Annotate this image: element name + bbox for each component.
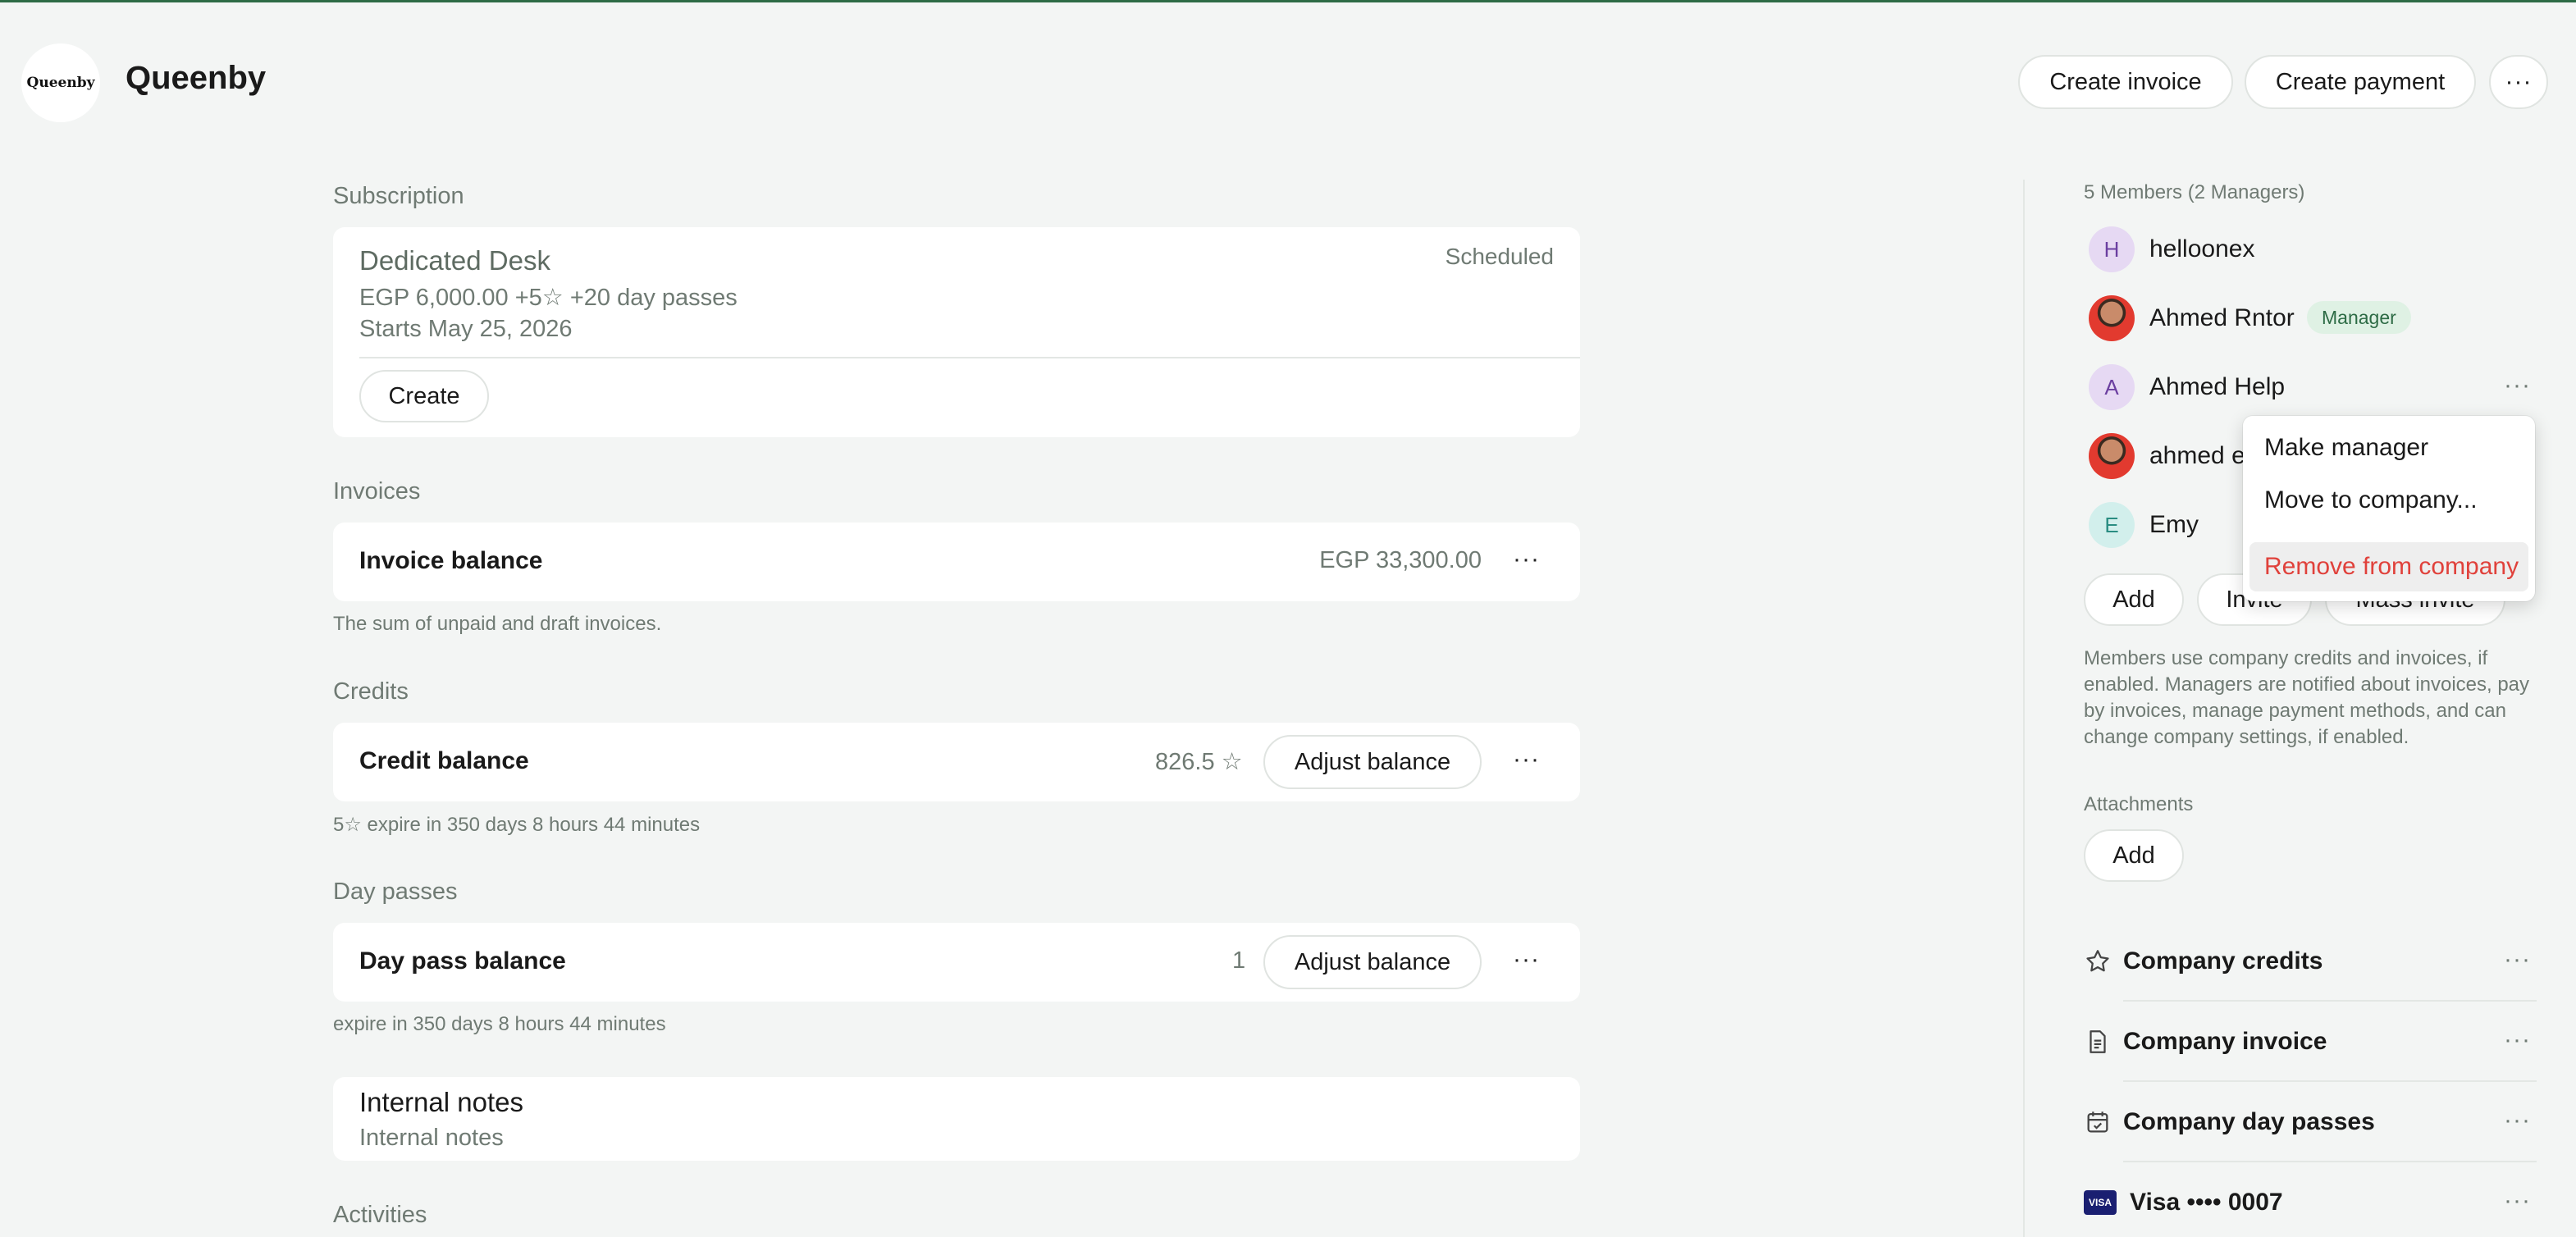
create-subscription-button[interactable]: Create (359, 370, 489, 422)
remove-from-company-menu-item[interactable]: Remove from company (2249, 542, 2528, 591)
plan-start-line: Starts May 25, 2026 (359, 316, 573, 342)
company-logo: Queenby (21, 43, 100, 122)
manager-badge: Manager (2307, 301, 2411, 334)
list-divider (2123, 1080, 2537, 1082)
list-divider (2123, 1161, 2537, 1162)
company-invoice-more-button[interactable]: ··· (2504, 1026, 2531, 1054)
credit-balance-label: Credit balance (359, 747, 529, 774)
invoice-balance-card: Invoice balance EGP 33,300.00 ··· (333, 523, 1580, 601)
credit-balance-amount: 826.5 ☆ (1155, 749, 1243, 775)
subscription-card: Dedicated Desk EGP 6,000.00 +5☆ +20 day … (333, 227, 1580, 437)
credit-hint: 5☆ expire in 350 days 8 hours 44 minutes (333, 814, 701, 836)
credit-balance-card: Credit balance 826.5 ☆ Adjust balance ··… (333, 723, 1580, 801)
day-passes-section-title: Day passes (333, 879, 458, 905)
member-name[interactable]: Ahmed Help (2149, 373, 2285, 401)
company-name: Queenby (126, 60, 267, 96)
member-avatar: A (2089, 364, 2135, 410)
company-credits-item[interactable]: Company credits (2123, 947, 2323, 975)
member-name[interactable]: ahmed e (2149, 442, 2245, 470)
invoice-balance-amount: EGP 33,300.00 (1319, 547, 1482, 573)
star-icon (2086, 950, 2109, 972)
create-payment-button[interactable]: Create payment (2245, 55, 2476, 109)
invoice-balance-label: Invoice balance (359, 547, 543, 574)
move-to-company-menu-item[interactable]: Move to company... (2264, 486, 2478, 514)
day-pass-hint: expire in 350 days 8 hours 44 minutes (333, 1013, 666, 1035)
attachments-section-title: Attachments (2084, 793, 2194, 815)
subscription-divider (359, 357, 1580, 358)
add-attachment-button[interactable]: Add (2084, 829, 2184, 882)
credits-section-title: Credits (333, 678, 409, 705)
invoice-hint: The sum of unpaid and draft invoices. (333, 613, 662, 635)
internal-notes-input[interactable]: Internal notes (359, 1125, 504, 1152)
list-divider (2123, 1000, 2537, 1002)
activities-section-title: Activities (333, 1202, 427, 1228)
member-name[interactable]: Ahmed Rntor (2149, 304, 2295, 332)
members-summary: 5 Members (2 Managers) (2084, 181, 2305, 203)
member-avatar: E (2089, 502, 2135, 548)
document-icon (2090, 1030, 2106, 1053)
make-manager-menu-item[interactable]: Make manager (2264, 434, 2428, 462)
adjust-day-pass-balance-button[interactable]: Adjust balance (1263, 935, 1482, 989)
visa-card-more-button[interactable]: ··· (2504, 1187, 2531, 1215)
internal-notes-title: Internal notes (359, 1087, 523, 1117)
company-credits-more-button[interactable]: ··· (2504, 946, 2531, 974)
member-avatar: H (2089, 226, 2135, 272)
company-day-passes-more-button[interactable]: ··· (2504, 1107, 2531, 1134)
member-name[interactable]: helloonex (2149, 235, 2254, 263)
invoice-more-button[interactable]: ··· (1513, 545, 1540, 573)
internal-notes-card[interactable]: Internal notes Internal notes (333, 1077, 1580, 1161)
company-invoice-item[interactable]: Company invoice (2123, 1028, 2327, 1056)
company-day-passes-item[interactable]: Company day passes (2123, 1108, 2375, 1136)
page-header: Queenby Queenby Create invoice Create pa… (0, 2, 2576, 158)
credit-more-button[interactable]: ··· (1513, 746, 1540, 774)
member-name[interactable]: Emy (2149, 511, 2199, 539)
subscription-section-title: Subscription (333, 183, 464, 209)
visa-card-icon: VISA (2084, 1190, 2117, 1215)
invoices-section-title: Invoices (333, 478, 421, 504)
day-pass-balance-label: Day pass balance (359, 947, 566, 975)
calendar-check-icon (2087, 1111, 2108, 1133)
sidebar-divider (2023, 180, 2025, 1237)
members-description: Members use company credits and invoices… (2084, 647, 2530, 748)
create-invoice-button[interactable]: Create invoice (2018, 55, 2233, 109)
day-pass-balance-card: Day pass balance 1 Adjust balance ··· (333, 923, 1580, 1002)
visa-card-item[interactable]: Visa •••• 0007 (2130, 1189, 2283, 1216)
day-pass-more-button[interactable]: ··· (1513, 946, 1540, 974)
plan-price-line: EGP 6,000.00 +5☆ +20 day passes (359, 285, 738, 311)
subscription-status: Scheduled (1445, 244, 1554, 269)
adjust-credit-balance-button[interactable]: Adjust balance (1263, 735, 1482, 789)
member-avatar-photo (2089, 295, 2135, 341)
header-more-button[interactable]: ··· (2489, 55, 2548, 109)
member-avatar-photo (2089, 433, 2135, 479)
add-member-button[interactable]: Add (2084, 573, 2184, 626)
plan-name: Dedicated Desk (359, 245, 550, 276)
member-action-menu: Make manager Move to company... Remove f… (2243, 416, 2535, 601)
member-more-button[interactable]: ··· (2504, 372, 2531, 399)
day-pass-balance-amount: 1 (1232, 947, 1246, 974)
